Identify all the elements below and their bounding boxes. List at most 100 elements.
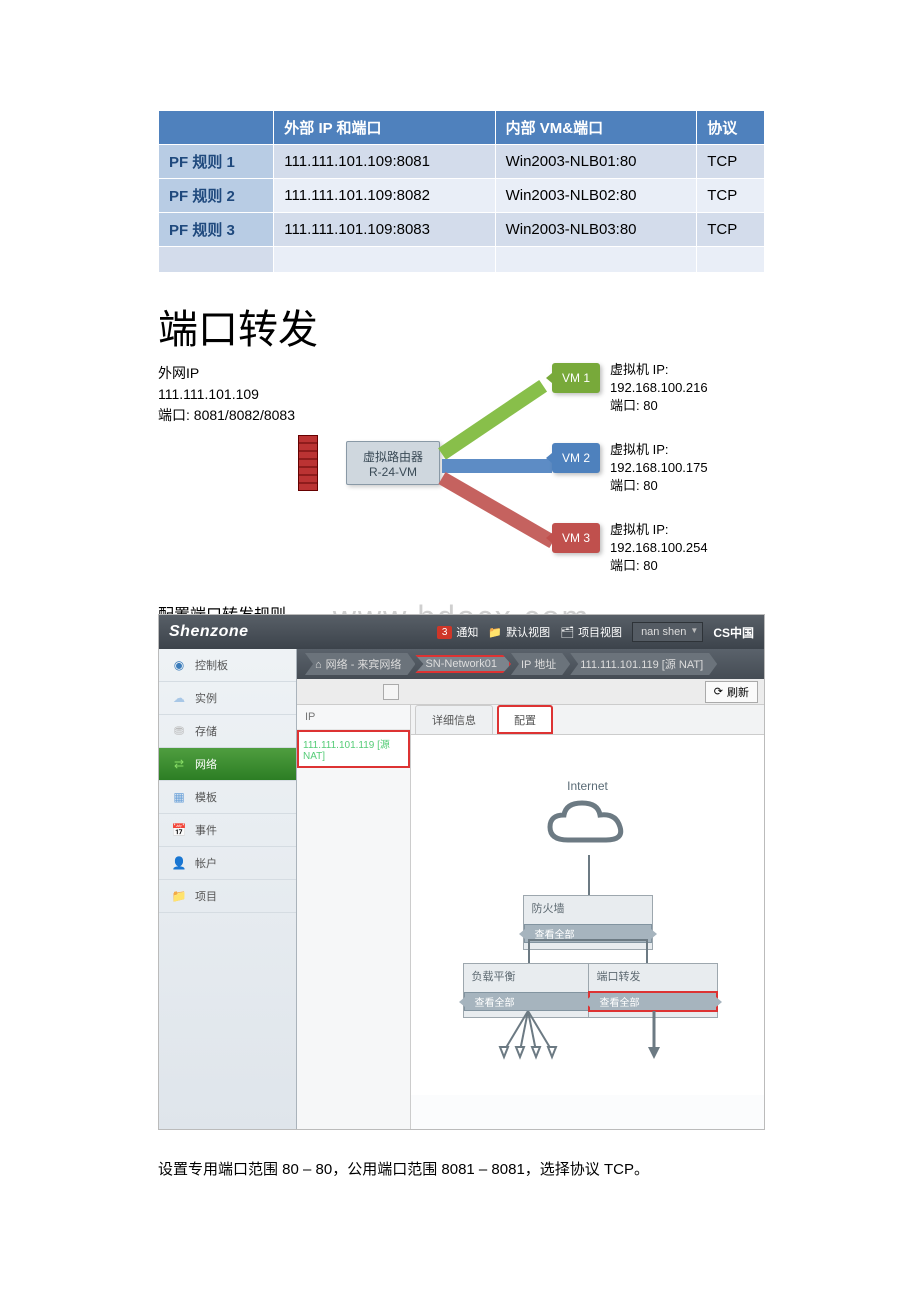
sidebar-item-instances[interactable]: ☁实例 <box>159 682 296 715</box>
router-label: 虚拟路由器 <box>363 448 423 465</box>
user-icon: 👤 <box>171 855 187 871</box>
template-icon: ▦ <box>171 789 187 805</box>
portforward-arrow-icon <box>646 1011 662 1061</box>
network-topology: Internet 防火墙 查看全部 负载平衡 查看全部 <box>411 735 764 1095</box>
brand-label: CS中国 <box>713 624 754 641</box>
tab-details[interactable]: 详细信息 <box>415 705 493 734</box>
source-label: 外网IP <box>158 363 295 384</box>
breadcrumb-ip-current[interactable]: 111.111.101.119 [源 NAT] <box>570 653 717 675</box>
sidebar-item-projects[interactable]: 📁 项目 <box>159 880 296 913</box>
rule-2-proto: TCP <box>697 179 765 213</box>
sidebar-item-dashboard[interactable]: ◉ 控制板 <box>159 649 296 682</box>
dashboard-icon: ◉ <box>171 657 187 673</box>
col-int: 内部 VM&端口 <box>495 111 697 145</box>
topo-branch-left <box>528 939 530 963</box>
logo: Shenzone <box>169 623 279 641</box>
tabs: 详细信息 配置 <box>411 705 764 735</box>
rule-3-name: PF 规则 3 <box>159 213 274 247</box>
briefcase-icon: 🗂 <box>560 626 574 639</box>
user-selector[interactable]: nan shen <box>632 622 703 642</box>
sidebar-label: 网络 <box>195 756 217 772</box>
section-title-port-forward: 端口转发 <box>158 297 765 355</box>
sidebar-label: 项目 <box>195 888 217 904</box>
rule-1-name: PF 规则 1 <box>159 145 274 179</box>
sidebar-item-accounts[interactable]: 👤 帐户 <box>159 847 296 880</box>
notification-label: 通知 <box>456 624 478 640</box>
breadcrumb-bar: 网络 - 来宾网络 SN-Network01 IP 地址 111.111.101… <box>297 649 764 679</box>
calendar-icon: 📅 <box>171 822 187 838</box>
topo-portforward-box: 端口转发 查看全部 <box>588 963 718 1018</box>
col-ext: 外部 IP 和端口 <box>274 111 495 145</box>
col-proto: 协议 <box>697 111 765 145</box>
sidebar-item-network[interactable]: ⇄ 网络 <box>159 748 296 781</box>
breadcrumb-network-name[interactable]: SN-Network01 <box>415 655 511 673</box>
topo-branch-h <box>528 939 648 941</box>
sidebar-label: 模板 <box>195 789 217 805</box>
source-ports: 端口: 8081/8082/8083 <box>158 405 295 426</box>
arrow-to-vm2 <box>442 459 552 473</box>
vm1-port: 端口: 80 <box>610 397 758 415</box>
rule-3-proto: TCP <box>697 213 765 247</box>
sidebar-label: 存储 <box>195 723 217 739</box>
breadcrumb-ip-addresses[interactable]: IP 地址 <box>511 653 570 675</box>
footer-instruction: 设置专用端口范围 80 – 80，公用端口范围 8081 – 8081，选择协议… <box>158 1158 765 1179</box>
loadbalance-label: 负载平衡 <box>464 964 592 988</box>
ip-list-item[interactable]: 111.111.101.119 [源 NAT] <box>297 730 410 768</box>
grid-icon[interactable] <box>383 684 399 700</box>
storage-icon: ⛃ <box>171 723 187 739</box>
loadbalance-view-all-button[interactable]: 查看全部 <box>464 992 592 1011</box>
folder-icon: 📁 <box>488 626 502 639</box>
vm2-ip: 虚拟机 IP: 192.168.100.175 <box>610 441 758 477</box>
ip-list-header: IP <box>297 705 410 730</box>
col-blank <box>159 111 274 145</box>
main-panel: 网络 - 来宾网络 SN-Network01 IP 地址 111.111.101… <box>297 649 764 1129</box>
portforward-label: 端口转发 <box>589 964 717 988</box>
arrow-to-vm1 <box>438 380 547 460</box>
rule-1-ext: 111.111.101.109:8081 <box>274 145 495 179</box>
topo-line <box>588 855 590 895</box>
router-name: R-24-VM <box>369 465 417 479</box>
view-default-button[interactable]: 📁 默认视图 <box>488 624 550 640</box>
vm3-ip: 虚拟机 IP: 192.168.100.254 <box>610 521 758 557</box>
cloud-console: Shenzone 3 通知 📁 默认视图 🗂 项目视图 nan shen CS中… <box>158 614 765 1130</box>
folder-icon: 📁 <box>171 888 187 904</box>
ip-list-panel: IP 111.111.101.119 [源 NAT] <box>297 705 411 1129</box>
notification-badge: 3 <box>437 626 453 639</box>
view-project-label: 项目视图 <box>578 624 622 640</box>
tab-config[interactable]: 配置 <box>497 705 553 734</box>
vm2-box: VM 2 <box>552 443 600 473</box>
vm1-text: 虚拟机 IP: 192.168.100.216 端口: 80 <box>610 361 758 416</box>
topo-loadbalance-box: 负载平衡 查看全部 <box>463 963 593 1018</box>
network-icon: ⇄ <box>171 756 187 772</box>
loadbalance-arrows-icon <box>496 1011 560 1061</box>
topo-branch-right <box>646 939 648 963</box>
refresh-label: 刷新 <box>727 684 749 700</box>
vm3-box: VM 3 <box>552 523 600 553</box>
sidebar-label: 控制板 <box>195 657 228 673</box>
vm2-port: 端口: 80 <box>610 477 758 495</box>
refresh-button[interactable]: ⟳ 刷新 <box>705 681 758 703</box>
sidebar-item-events[interactable]: 📅 事件 <box>159 814 296 847</box>
virtual-router-box: 虚拟路由器 R-24-VM <box>346 441 440 485</box>
rule-2-int: Win2003-NLB02:80 <box>495 179 697 213</box>
diagram-source: 外网IP 111.111.101.109 端口: 8081/8082/8083 <box>158 363 295 426</box>
breadcrumb-home[interactable]: 网络 - 来宾网络 <box>305 653 415 675</box>
sidebar-item-templates[interactable]: ▦ 模板 <box>159 781 296 814</box>
cloud-label: Internet <box>567 779 608 793</box>
sidebar-label: 事件 <box>195 822 217 838</box>
firewall-label: 防火墙 <box>524 896 652 920</box>
source-ip: 111.111.101.109 <box>158 384 295 405</box>
notification-button[interactable]: 3 通知 <box>437 624 479 640</box>
rule-1-int: Win2003-NLB01:80 <box>495 145 697 179</box>
topbar: Shenzone 3 通知 📁 默认视图 🗂 项目视图 nan shen CS中… <box>159 615 764 649</box>
sidebar-label: 帐户 <box>195 855 217 871</box>
refresh-icon: ⟳ <box>714 685 723 698</box>
detail-panel: 详细信息 配置 Internet 防火墙 查看全部 <box>411 705 764 1129</box>
view-project-button[interactable]: 🗂 项目视图 <box>560 624 622 640</box>
sub-toolbar: ⟳ 刷新 <box>297 679 764 705</box>
rule-2-ext: 111.111.101.109:8082 <box>274 179 495 213</box>
cloud-icon <box>538 795 638 858</box>
sidebar-item-storage[interactable]: ⛃ 存储 <box>159 715 296 748</box>
portforward-view-all-button[interactable]: 查看全部 <box>589 992 717 1011</box>
vm1-ip: 虚拟机 IP: 192.168.100.216 <box>610 361 758 397</box>
